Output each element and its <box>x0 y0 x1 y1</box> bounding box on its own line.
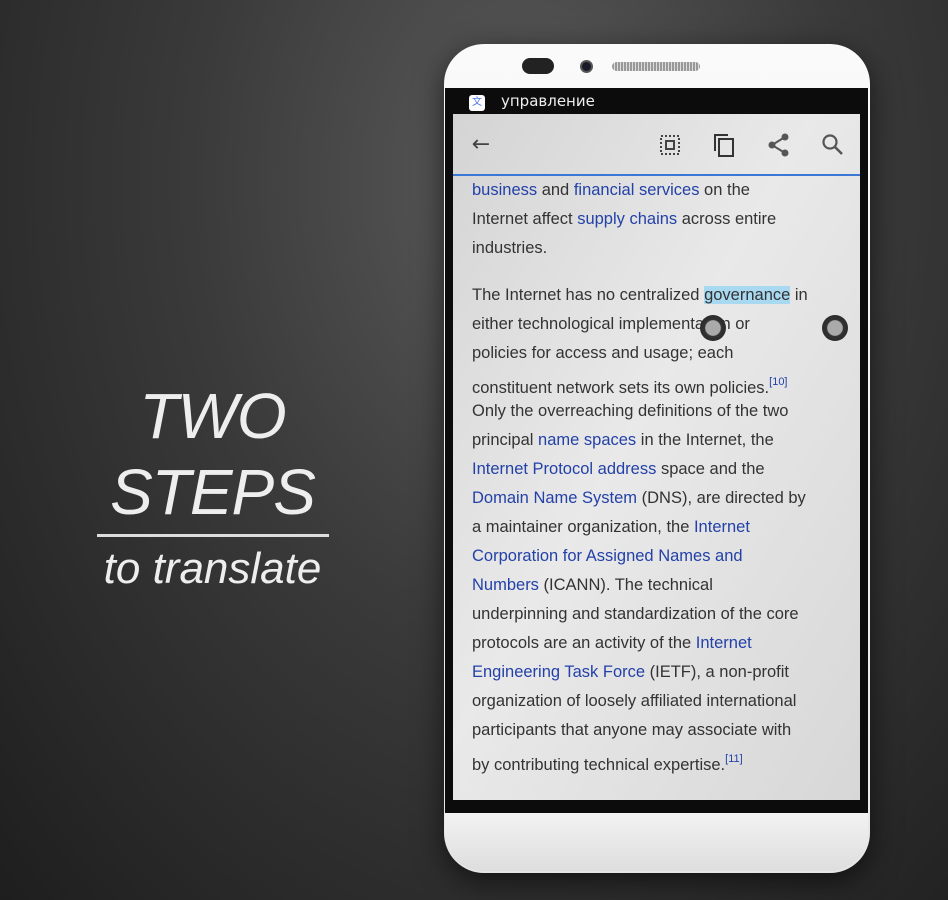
translate-app-icon: 文 <box>469 95 485 111</box>
status-bar: 文 управление <box>453 88 860 114</box>
text-run: protocols are an activity of the <box>472 634 696 652</box>
text-run: in <box>790 286 808 304</box>
promo-subtitle: to translate <box>103 544 322 593</box>
text-line: business and financial services on the <box>472 176 852 205</box>
text-line: by contributing technical expertise.[11] <box>472 745 852 774</box>
promo-divider <box>96 534 329 537</box>
article-link[interactable]: Numbers <box>472 576 539 594</box>
text-run: space and the <box>656 460 765 478</box>
text-run: and <box>537 181 574 199</box>
article-link[interactable]: supply chains <box>577 210 677 228</box>
article-link[interactable]: business <box>472 181 537 199</box>
text-run: (DNS), are directed by <box>637 489 806 507</box>
search-icon[interactable] <box>820 132 846 158</box>
text-line: participants that anyone may associate w… <box>472 716 852 745</box>
front-camera <box>580 60 593 73</box>
promo-title: TWO STEPS <box>110 380 316 528</box>
copy-icon[interactable] <box>711 132 737 158</box>
text-line: Numbers (ICANN). The technical <box>472 571 852 600</box>
selected-word[interactable]: governance <box>704 286 791 304</box>
article-link[interactable]: name spaces <box>538 431 636 449</box>
text-run: underpinning and standardization of the … <box>472 605 799 623</box>
selection-start-handle[interactable] <box>700 309 726 341</box>
text-line: underpinning and standardization of the … <box>472 600 852 629</box>
text-run: constituent network sets its own policie… <box>472 379 770 397</box>
article-link[interactable]: Internet <box>694 518 750 536</box>
app-screen: ← business and financial services on the… <box>453 114 860 800</box>
text-line: Internet Protocol address space and the <box>472 455 852 484</box>
selection-end-handle[interactable] <box>822 309 848 341</box>
text-line: Only the overreaching definitions of the… <box>472 397 852 426</box>
select-all-icon[interactable] <box>657 132 683 158</box>
article-link[interactable]: Internet <box>696 634 752 652</box>
notification-title: управление <box>501 92 595 110</box>
text-line: The Internet has no centralized governan… <box>472 281 852 310</box>
text-run: on the <box>699 181 750 199</box>
text-run: a maintainer organization, the <box>472 518 694 536</box>
text-line: Corporation for Assigned Names and <box>472 542 852 571</box>
text-line: a maintainer organization, the Internet <box>472 513 852 542</box>
text-line: either technological implementation or <box>472 310 852 339</box>
text-run: policies for access and usage; each <box>472 344 734 362</box>
text-line: principal name spaces in the Internet, t… <box>472 426 852 455</box>
selection-toolbar: ← <box>453 114 860 176</box>
text-run: in the Internet, the <box>636 431 774 449</box>
text-line: industries. <box>472 234 852 263</box>
text-run: (IETF), a non-profit <box>645 663 790 681</box>
article-link[interactable]: Domain Name System <box>472 489 637 507</box>
citation-link[interactable]: [10] <box>769 376 787 388</box>
text-line: Domain Name System (DNS), are directed b… <box>472 484 852 513</box>
earpiece-speaker <box>612 62 700 71</box>
sensor <box>522 58 554 74</box>
text-run: by contributing technical expertise. <box>472 756 726 774</box>
article-link[interactable]: financial services <box>574 181 700 199</box>
article-link[interactable]: Corporation for Assigned Names and <box>472 547 743 565</box>
text-line: organization of loosely affiliated inter… <box>472 687 852 716</box>
back-arrow-icon[interactable]: ← <box>468 132 494 158</box>
text-run: principal <box>472 431 539 449</box>
article-link[interactable]: Internet Protocol address <box>472 460 656 478</box>
text-line: Engineering Task Force (IETF), a non-pro… <box>472 658 852 687</box>
text-run: organization of loosely affiliated inter… <box>472 692 797 710</box>
text-line: Internet affect supply chains across ent… <box>472 205 852 234</box>
citation-link[interactable]: [11] <box>725 753 743 765</box>
text-line: protocols are an activity of the Interne… <box>472 629 852 658</box>
text-run: industries. <box>472 239 548 257</box>
text-run: Only the overreaching definitions of the… <box>472 402 789 420</box>
text-run: participants that anyone may associate w… <box>472 721 792 739</box>
text-line: policies for access and usage; each <box>472 339 852 368</box>
text-line: constituent network sets its own policie… <box>472 368 852 397</box>
share-icon[interactable] <box>766 132 792 158</box>
article-link[interactable]: Engineering Task Force <box>472 663 645 681</box>
promo-caption: TWO STEPS to translate <box>40 378 385 595</box>
article-text[interactable]: business and financial services on the In… <box>472 176 852 774</box>
phone-chin <box>445 813 868 871</box>
text-run: The Internet has no centralized <box>472 286 705 304</box>
text-run: Internet affect <box>472 210 578 228</box>
text-run: (ICANN). The technical <box>538 576 713 594</box>
text-run: across entire <box>677 210 777 228</box>
